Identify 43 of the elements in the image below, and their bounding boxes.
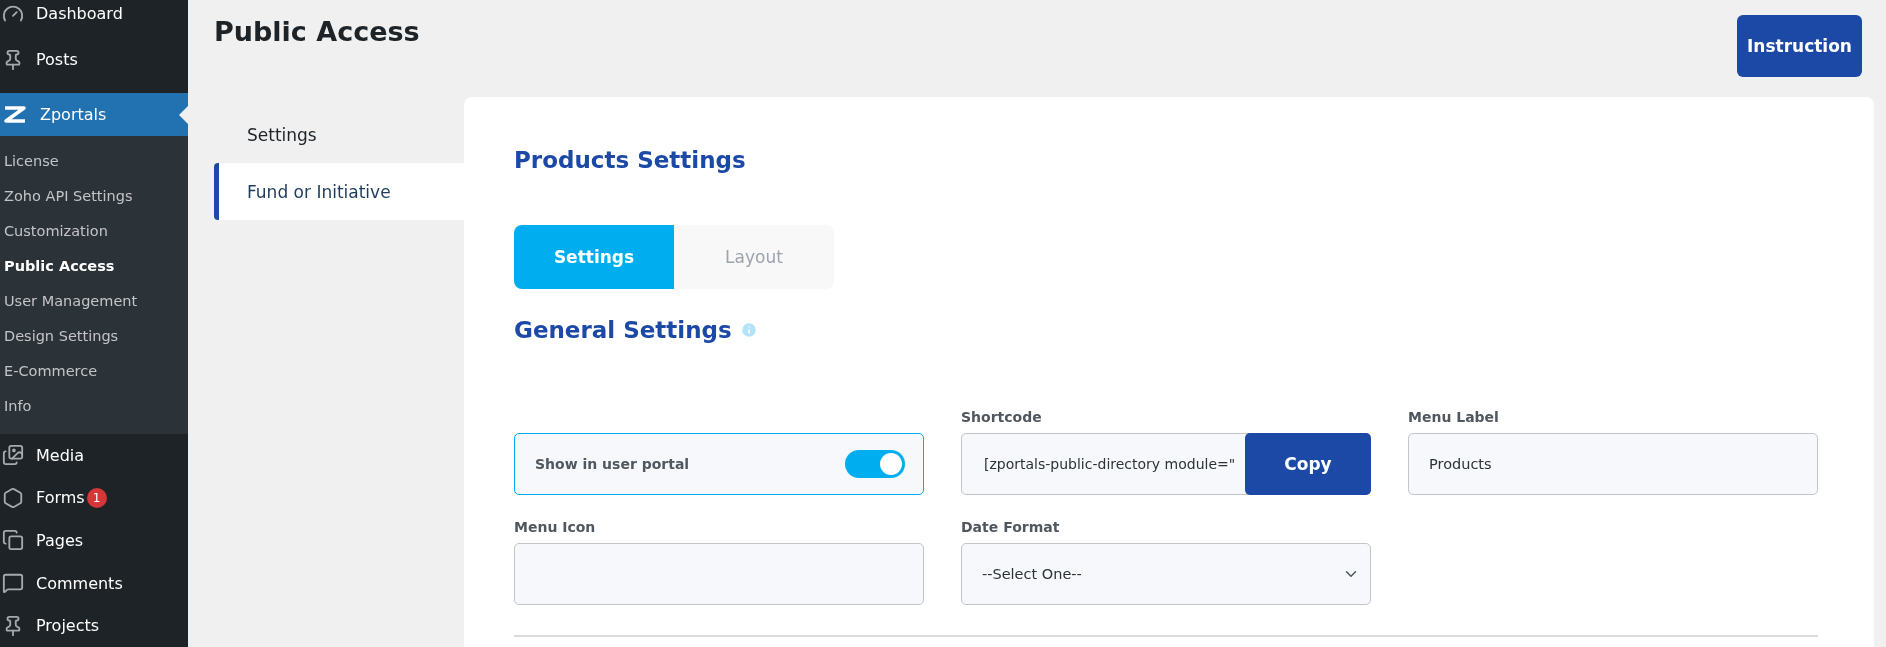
submenu-item[interactable]: Customization [0,213,188,249]
sidebar-item[interactable]: Posts [0,25,188,94]
submenu-item[interactable]: User Management [0,283,188,319]
submenu-item[interactable]: Zoho API Settings [0,178,188,214]
submenu-item[interactable]: Public Access [0,248,188,284]
menu-icon [2,444,24,467]
submenu-item[interactable]: Design Settings [0,318,188,354]
submenu-item[interactable]: License [0,143,188,179]
menu-icon [2,486,24,509]
submenu-item[interactable]: E-Commerce [0,353,188,389]
count-badge: 1 [86,487,107,508]
shortcode-field[interactable]: [zportals-public-directory module=" Copy [961,433,1371,495]
field-label: Shortcode [961,409,1043,425]
text-field[interactable]: Products [1408,433,1818,495]
sidebar-item[interactable]: Dashboard [0,2,188,26]
section-tab[interactable]: Fund or Initiative [214,163,464,220]
field-label: Date Format [961,519,1061,535]
field-value: Products [1429,456,1492,472]
sidebar-item[interactable]: Media [0,433,188,477]
toggle-switch[interactable] [845,450,905,478]
select-field[interactable]: --Select One-- [961,543,1371,605]
instruction-button[interactable]: Instruction [1737,15,1862,77]
copy-button[interactable]: Copy [1245,433,1371,495]
page-title: Public Access [214,16,420,47]
sidebar-item[interactable]: Forms 1 [0,476,188,520]
submenu-item[interactable]: Info [0,388,188,424]
toggle-label: Show in user portal [535,456,690,472]
section-tab[interactable]: Settings [214,106,464,163]
sidebar-item[interactable]: Pages [0,519,188,562]
shortcode-value: [zportals-public-directory module=" [984,456,1236,472]
menu-icon [2,572,24,595]
section-heading: Products Settings [514,147,747,173]
field-label: Menu Label [1408,409,1500,425]
field-label: Menu Icon [514,519,597,535]
info-icon [739,321,758,339]
z-logo-icon [2,103,28,126]
section-heading: General Settings [514,317,732,343]
sidebar-item[interactable]: Projects [0,604,188,647]
sidebar-item[interactable]: Comments [0,561,188,605]
sidebar-item[interactable]: Zportals [0,93,188,136]
menu-icon [2,529,24,552]
text-field[interactable] [514,543,924,605]
select-value: --Select One-- [982,566,1082,582]
